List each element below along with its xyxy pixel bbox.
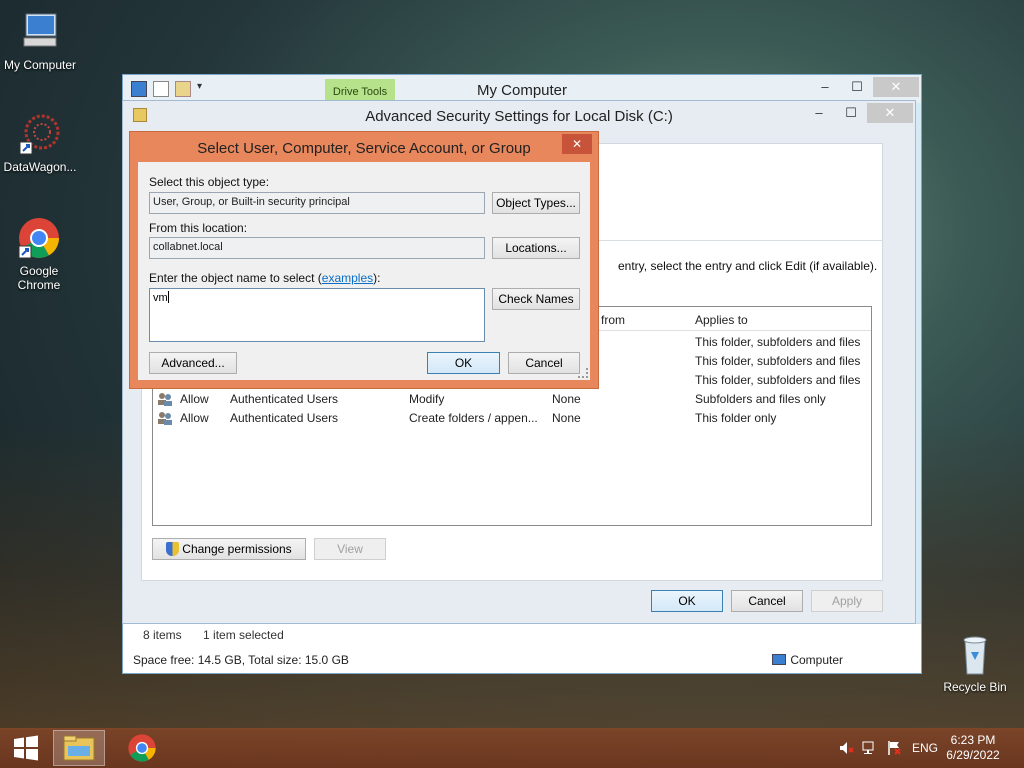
- users-icon: [157, 411, 173, 425]
- adv-window-controls: – ☐ ✕: [803, 103, 913, 123]
- taskbar-file-explorer[interactable]: [53, 730, 105, 766]
- explorer-titlebar[interactable]: ▾ Drive Tools My Computer – ☐ ✕: [123, 75, 921, 103]
- object-type-field: User, Group, or Built-in security princi…: [149, 192, 485, 214]
- speaker-muted-icon[interactable]: [838, 740, 854, 756]
- row-principal: Authenticated Users: [230, 411, 339, 425]
- select-dialog-body: Select this object type: User, Group, or…: [138, 162, 590, 380]
- space-info: Space free: 14.5 GB, Total size: 15.0 GB: [133, 653, 349, 667]
- desktop-icon-label: DataWagon...: [3, 160, 77, 174]
- row-applies: This folder, subfolders and files: [695, 373, 861, 387]
- recycle-bin-icon: [963, 636, 987, 675]
- table-row[interactable]: Allow Authenticated Users Create folders…: [153, 409, 871, 428]
- explorer-statusbar: 8 items 1 item selected Space free: 14.5…: [123, 623, 921, 673]
- select-user-dialog: Select User, Computer, Service Account, …: [129, 131, 599, 389]
- change-permissions-button[interactable]: Change permissions: [152, 538, 306, 560]
- maximize-button[interactable]: ☐: [841, 77, 873, 97]
- object-name-label: Enter the object name to select (example…: [149, 271, 380, 285]
- adv-cancel-button[interactable]: Cancel: [731, 590, 803, 612]
- clock-time: 6:23 PM: [950, 733, 996, 747]
- object-name-label-prefix: Enter the object name to select (: [149, 271, 322, 285]
- object-name-text: vm: [153, 292, 168, 304]
- desktop-icon-my-computer[interactable]: My Computer: [0, 10, 80, 72]
- row-applies: Subfolders and files only: [695, 392, 826, 406]
- desktop-icon-chrome[interactable]: Google Chrome: [0, 216, 78, 292]
- desktop-icon-label: Google Chrome: [17, 264, 61, 292]
- desktop-icon-recycle-bin[interactable]: Recycle Bin: [935, 632, 1015, 694]
- locations-button[interactable]: Locations...: [492, 237, 580, 259]
- row-applies: This folder only: [695, 411, 777, 425]
- file-explorer-icon: [63, 735, 95, 761]
- object-types-button[interactable]: Object Types...: [492, 192, 580, 214]
- status-computer-label: Computer: [790, 653, 843, 667]
- row-access: Modify: [409, 392, 445, 406]
- network-icon[interactable]: [862, 740, 878, 756]
- minimize-button[interactable]: –: [809, 77, 841, 97]
- row-inherited: None: [552, 411, 581, 425]
- change-permissions-label: Change permissions: [182, 542, 292, 556]
- table-row[interactable]: Allow Authenticated Users Modify None Su…: [153, 390, 871, 409]
- text-cursor: [167, 291, 169, 303]
- row-inherited: None: [552, 392, 581, 406]
- column-inherited-from[interactable]: from: [601, 313, 625, 327]
- status-details: Space free: 14.5 GB, Total size: 15.0 GB…: [133, 653, 911, 667]
- row-type: Allow: [180, 392, 209, 406]
- row-access: Create folders / appen...: [409, 411, 538, 425]
- desktop-icon-label: My Computer: [3, 58, 77, 72]
- examples-link[interactable]: examples: [322, 271, 373, 285]
- view-button[interactable]: View: [314, 538, 386, 560]
- input-language[interactable]: ENG: [912, 741, 938, 755]
- row-principal: Authenticated Users: [230, 392, 339, 406]
- object-type-label: Select this object type:: [149, 175, 270, 189]
- clock[interactable]: 6:23 PM 6/29/2022: [938, 733, 1008, 763]
- taskbar: ENG 6:23 PM 6/29/2022: [0, 728, 1024, 768]
- explorer-title: My Computer: [476, 82, 568, 99]
- windows-logo-icon: [14, 735, 38, 761]
- users-icon: [157, 392, 173, 406]
- select-dialog-title[interactable]: Select User, Computer, Service Account, …: [130, 140, 598, 157]
- desktop-icon-datawagon[interactable]: DataWagon...: [0, 112, 80, 174]
- close-button[interactable]: ✕: [562, 134, 592, 154]
- computer-small-icon: [772, 654, 787, 665]
- location-field: collabnet.local: [149, 237, 485, 259]
- maximize-button[interactable]: ☐: [835, 103, 867, 123]
- items-count: 8 items: [143, 628, 182, 642]
- action-center-flag-icon[interactable]: [886, 740, 902, 756]
- adv-hint-text: entry, select the entry and click Edit (…: [618, 259, 878, 273]
- resize-grip-icon[interactable]: [578, 368, 588, 378]
- object-name-label-suffix: ):: [373, 271, 381, 285]
- explorer-window-controls: – ☐ ✕: [809, 77, 919, 97]
- computer-icon: [23, 13, 57, 47]
- select-ok-button[interactable]: OK: [427, 352, 500, 374]
- chrome-icon: [18, 218, 59, 259]
- desktop-icon-label: Recycle Bin: [943, 680, 1007, 694]
- object-name-input[interactable]: vm: [149, 288, 485, 342]
- close-button[interactable]: ✕: [873, 77, 919, 97]
- column-applies-to[interactable]: Applies to: [695, 313, 748, 327]
- check-names-button[interactable]: Check Names: [492, 288, 580, 310]
- chrome-icon: [128, 734, 156, 762]
- close-button[interactable]: ✕: [867, 103, 913, 123]
- clock-date: 6/29/2022: [946, 748, 1000, 762]
- row-type: Allow: [180, 411, 209, 425]
- status-computer: Computer: [772, 653, 843, 667]
- adv-ok-button[interactable]: OK: [651, 590, 723, 612]
- row-applies: This folder, subfolders and files: [695, 354, 861, 368]
- uac-shield-icon: [166, 542, 180, 556]
- system-tray: ENG 6:23 PM 6/29/2022: [824, 728, 1024, 768]
- advanced-button[interactable]: Advanced...: [149, 352, 237, 374]
- taskbar-chrome[interactable]: [116, 730, 168, 766]
- adv-titlebar[interactable]: Advanced Security Settings for Local Dis…: [123, 101, 915, 131]
- adv-title: Advanced Security Settings for Local Dis…: [365, 108, 673, 125]
- location-label: From this location:: [149, 221, 248, 235]
- adv-apply-button[interactable]: Apply: [811, 590, 883, 612]
- selected-count: 1 item selected: [203, 628, 284, 642]
- start-button[interactable]: [0, 730, 52, 766]
- minimize-button[interactable]: –: [803, 103, 835, 123]
- datawagon-icon: [19, 114, 60, 155]
- select-cancel-button[interactable]: Cancel: [508, 352, 580, 374]
- status-counts: 8 items 1 item selected: [143, 628, 302, 642]
- row-applies: This folder, subfolders and files: [695, 335, 861, 349]
